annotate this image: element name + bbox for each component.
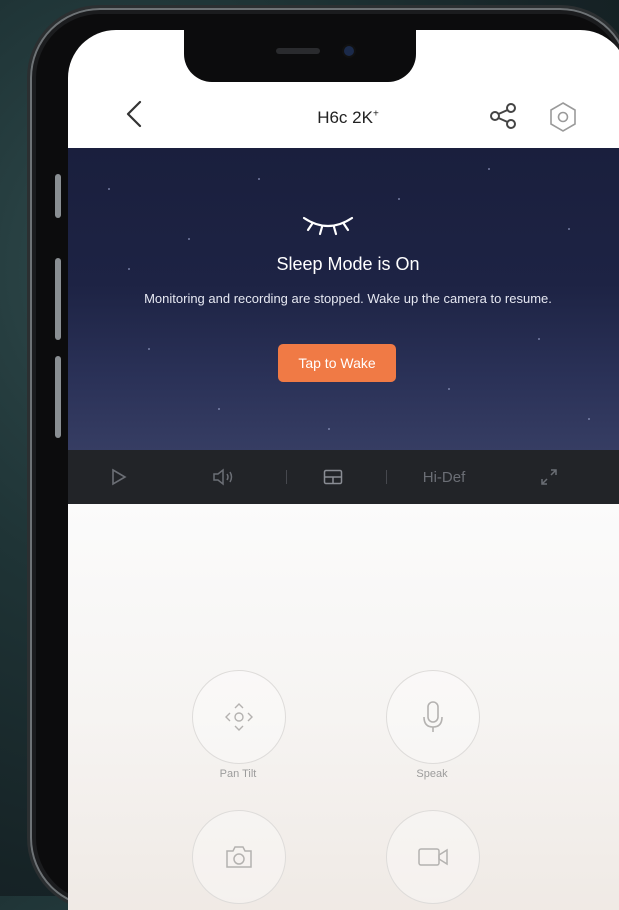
volume-up-button [55, 258, 61, 340]
mute-switch [55, 174, 61, 218]
play-icon [112, 468, 127, 486]
microphone-icon [423, 701, 443, 732]
audio-button[interactable] [206, 462, 242, 492]
fullscreen-icon [541, 469, 557, 485]
speaker-icon [213, 468, 233, 486]
video-quality-button[interactable]: Hi-Def [408, 462, 480, 492]
pan-tilt-label: Pan Tilt [219, 768, 257, 780]
speak-label: Speak [416, 768, 448, 780]
camera-controls-panel: Pan Tilt Speak [68, 504, 619, 910]
gear-icon[interactable] [546, 100, 580, 134]
video-feed: Sleep Mode is On Monitoring and recordin… [68, 148, 619, 450]
snapshot-button[interactable] [192, 810, 286, 904]
volume-down-button [55, 356, 61, 438]
device-name: H6c 2K [317, 108, 373, 127]
toolbar-divider [286, 470, 287, 484]
pan-tilt-button[interactable] [192, 670, 286, 764]
speak-button[interactable] [386, 670, 480, 764]
layout-button[interactable] [316, 462, 350, 492]
video-toolbar: Hi-Def [68, 450, 619, 504]
page-title: H6c 2K+ [68, 108, 619, 128]
share-icon[interactable] [486, 100, 520, 132]
play-button[interactable] [104, 462, 134, 492]
notch [184, 30, 416, 82]
pan-tilt-icon [225, 703, 253, 731]
tap-to-wake-button[interactable]: Tap to Wake [278, 344, 396, 382]
earpiece-speaker [276, 48, 320, 54]
nav-bar: H6c 2K+ [68, 82, 619, 148]
phone-screen: H6c 2K+ Sleep Mode is On Monitoring and … [68, 30, 619, 910]
camera-icon [226, 846, 252, 868]
sleep-mode-title: Sleep Mode is On [276, 254, 420, 274]
grid-layout-icon [323, 469, 343, 485]
toolbar-divider [386, 470, 387, 484]
sleep-mode-description: Monitoring and recording are stopped. Wa… [144, 291, 552, 306]
record-button[interactable] [386, 810, 480, 904]
front-camera [344, 46, 354, 56]
fullscreen-button[interactable] [534, 462, 564, 492]
closed-eye-icon [302, 216, 354, 236]
video-record-icon [418, 848, 448, 866]
device-name-superscript: + [372, 108, 379, 120]
